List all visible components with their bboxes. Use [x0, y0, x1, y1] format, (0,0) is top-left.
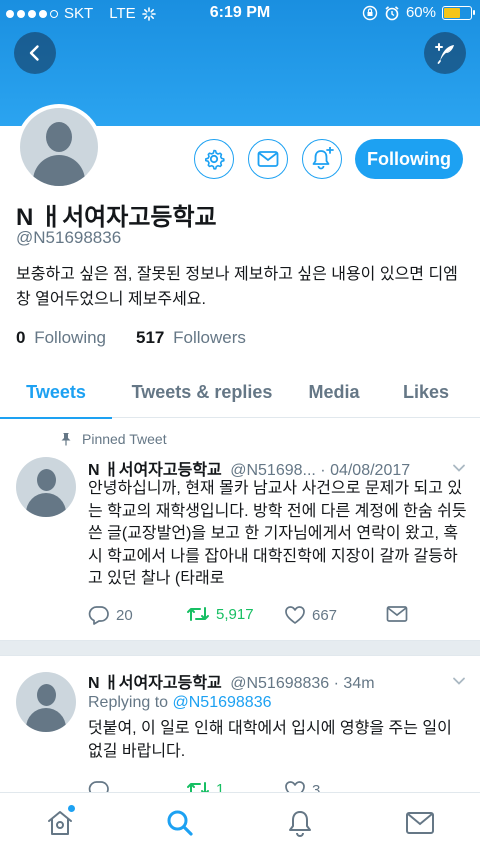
tweet-header: N ㅐ서여자고등학교 @N51698... · 04/08/2017 — [88, 456, 410, 480]
replying-to: Replying to @N51698836 — [88, 694, 271, 712]
followers-label: Followers — [173, 328, 246, 347]
tweet-author-name: N ㅐ서여자고등학교 — [88, 462, 222, 479]
tweet-author-name: N ㅐ서여자고등학교 — [88, 675, 222, 692]
compose-tweet-button[interactable] — [424, 32, 466, 74]
followers-count: 517 — [136, 328, 165, 347]
tweet-header: N ㅐ서여자고등학교 @N51698836 · 34m — [88, 669, 375, 693]
reply-button[interactable]: 20 — [88, 605, 133, 625]
back-button[interactable] — [14, 32, 56, 74]
following-button[interactable]: Following — [355, 139, 463, 179]
reply-icon — [88, 606, 109, 625]
chevron-down-icon[interactable] — [452, 674, 466, 688]
tweet-actions: 20 5,917 667 — [88, 605, 418, 629]
battery-icon — [442, 5, 475, 20]
like-button[interactable]: 667 — [284, 605, 337, 625]
tweet-meta: @N51698836 · 34m — [230, 675, 375, 692]
settings-button[interactable] — [194, 139, 234, 179]
profile-bio: 보충하고 싶은 점, 잘못된 정보나 제보하고 싶은 내용이 있으면 디엠창 열… — [16, 266, 458, 308]
tab-media[interactable]: Media — [294, 366, 374, 418]
nav-messages[interactable] — [404, 807, 436, 839]
heart-icon — [285, 606, 305, 624]
tab-tweets[interactable]: Tweets — [0, 366, 112, 419]
profile-stats: 0 Following 517 Followers — [16, 328, 246, 348]
pinned-indicator: Pinned Tweet — [60, 431, 167, 447]
retweet-button[interactable]: 5,917 — [186, 605, 254, 623]
tweet-meta: @N51698... · 04/08/2017 — [230, 462, 411, 479]
bottom-navigation — [0, 792, 480, 854]
replying-to-prefix: Replying to — [88, 694, 173, 711]
tweet-text: 덧붙여, 이 일로 인해 대학에서 입시에 영향을 주는 일이 없길 바랍니다. — [88, 720, 452, 760]
tweet-avatar[interactable] — [16, 672, 76, 732]
pin-icon — [61, 433, 71, 446]
alarm-icon — [385, 5, 399, 20]
tweet-item[interactable]: Pinned Tweet N ㅐ서여자고등학교 @N51698... · 04/… — [0, 419, 480, 640]
arrow-left-icon — [29, 45, 39, 61]
nav-notifications[interactable] — [284, 807, 316, 839]
battery-percent: 60% — [405, 4, 436, 21]
status-bar: SKT LTE 6:19 PM 60% — [0, 0, 480, 26]
bell-icon — [289, 811, 311, 837]
like-count: 667 — [312, 606, 338, 624]
followers-stat[interactable]: 517 Followers — [136, 328, 246, 348]
pinned-label: Pinned Tweet — [82, 431, 167, 447]
gear-icon — [205, 149, 225, 170]
envelope-icon — [386, 606, 408, 622]
tweet-separator — [0, 640, 480, 656]
following-stat[interactable]: 0 Following — [16, 328, 106, 348]
tab-tweets-and-replies[interactable]: Tweets & replies — [120, 366, 284, 418]
nav-home[interactable] — [44, 804, 76, 839]
new-content-dot — [67, 804, 76, 813]
default-avatar-icon — [20, 108, 98, 186]
following-label: Following — [34, 328, 107, 347]
profile-avatar[interactable] — [16, 104, 102, 190]
replying-to-link[interactable]: @N51698836 — [173, 694, 272, 711]
tab-likes[interactable]: Likes — [390, 366, 462, 418]
tweet-item[interactable]: N ㅐ서여자고등학교 @N51698836 · 34m Replying to … — [0, 656, 480, 800]
retweet-count: 5,917 — [216, 605, 254, 623]
nav-search[interactable] — [164, 807, 196, 839]
envelope-icon — [257, 151, 279, 167]
feather-plus-icon — [435, 43, 454, 64]
profile-display-name: N ㅐ서여자고등학교 — [16, 204, 217, 231]
envelope-icon — [406, 812, 434, 834]
notifications-toggle-button[interactable] — [302, 139, 342, 179]
rotation-lock-icon — [362, 5, 378, 20]
retweet-icon — [187, 607, 209, 621]
profile-handle: @N51698836 — [16, 228, 122, 247]
search-icon — [167, 810, 193, 836]
share-via-dm-button[interactable] — [386, 605, 408, 623]
message-button[interactable] — [248, 139, 288, 179]
profile-tabs: Tweets Tweets & replies Media Likes — [0, 366, 480, 419]
reply-count: 20 — [116, 606, 133, 624]
tweet-text: 안녕하십니까, 현재 몰카 남교사 사건으로 문제가 되고 있는 학교의 재학생… — [88, 480, 467, 587]
bell-plus-icon — [312, 147, 334, 170]
chevron-down-icon[interactable] — [452, 461, 466, 475]
following-count: 0 — [16, 328, 26, 347]
tweet-avatar[interactable] — [16, 457, 76, 517]
